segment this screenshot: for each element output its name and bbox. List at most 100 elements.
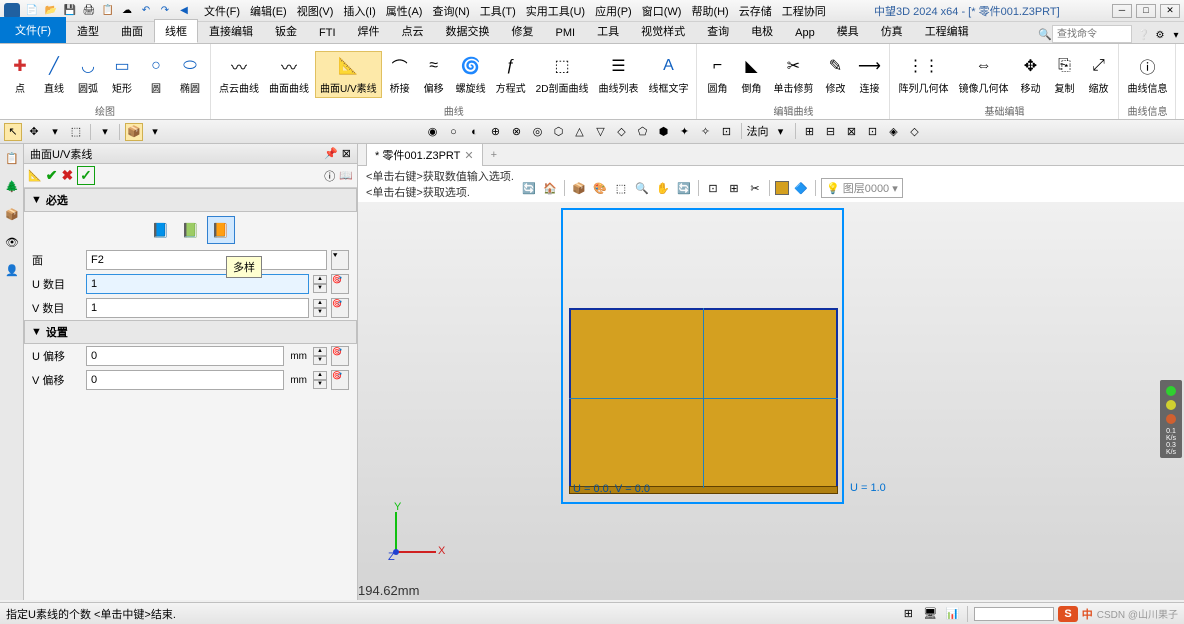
3d-viewport[interactable]: U = 1.0 U = 0.0, V = 0.0 Y X Z 194.62mm xyxy=(358,202,1184,600)
spin-down[interactable]: ▼ xyxy=(313,284,327,293)
ucount-menu[interactable]: 🎯 xyxy=(331,274,349,294)
vt-wire-icon[interactable]: ⬚ xyxy=(612,179,630,197)
close-button[interactable]: ✕ xyxy=(1160,4,1180,18)
offset-button[interactable]: ≈偏移 xyxy=(418,52,450,97)
tb-btn-4[interactable]: ⬚ xyxy=(67,123,85,141)
tb-icon[interactable]: ○ xyxy=(445,123,463,141)
vt-refresh-icon[interactable]: 🔄 xyxy=(520,179,538,197)
menu-collab[interactable]: 工程协同 xyxy=(778,1,830,21)
tab-pointcloud[interactable]: 点云 xyxy=(391,19,435,43)
back-icon[interactable]: ◀ xyxy=(176,3,192,19)
point-button[interactable]: ✚点 xyxy=(4,52,36,97)
tb-icon[interactable]: ◐ xyxy=(466,123,484,141)
panel-help-icon[interactable]: 📖 xyxy=(339,169,353,182)
tb-icon[interactable]: ⊠ xyxy=(843,123,861,141)
cloud-icon[interactable]: ☁ xyxy=(119,3,135,19)
modify-button[interactable]: ✎修改 xyxy=(819,52,851,97)
tb-icon[interactable]: ◎ xyxy=(529,123,547,141)
uvcurve-button[interactable]: 📐曲面U/V素线 xyxy=(315,51,382,98)
status-icon[interactable]: ⊞ xyxy=(899,605,917,623)
mirror-button[interactable]: ⇔镜像几何体 xyxy=(954,52,1012,97)
tab-close-icon[interactable]: ✕ xyxy=(464,149,473,162)
menu-view[interactable]: 视图(V) xyxy=(293,1,338,21)
bridge-button[interactable]: ⌒桥接 xyxy=(384,52,416,97)
tb-icon[interactable]: ⊟ xyxy=(822,123,840,141)
sb-history-icon[interactable]: 📋 xyxy=(2,148,22,168)
panel-pin-icon[interactable]: 📌 xyxy=(324,147,338,160)
vt-view-icon[interactable]: 📦 xyxy=(570,179,588,197)
copy-button[interactable]: ⎘复制 xyxy=(1048,52,1080,97)
menu-tools[interactable]: 工具(T) xyxy=(476,1,520,21)
menu-app[interactable]: 应用(P) xyxy=(591,1,636,21)
menu-help[interactable]: 帮助(H) xyxy=(687,1,732,21)
spin-up[interactable]: ▲ xyxy=(313,299,327,308)
apply-button[interactable]: ✓ xyxy=(77,166,95,185)
rect-button[interactable]: ▭矩形 xyxy=(106,52,138,97)
cancel-button[interactable]: ✖ xyxy=(61,167,73,184)
sb-view-icon[interactable]: 👁 xyxy=(2,232,22,252)
menu-cloud[interactable]: 云存储 xyxy=(735,1,776,21)
spin-up[interactable]: ▲ xyxy=(313,371,327,380)
section-settings[interactable]: ▼ 设置 xyxy=(24,320,357,344)
tab-wireframe[interactable]: 线框 xyxy=(154,19,198,43)
spin-down[interactable]: ▼ xyxy=(313,356,327,365)
tab-fti[interactable]: FTI xyxy=(308,23,347,43)
menu-edit[interactable]: 编辑(E) xyxy=(246,1,291,21)
color-swatch[interactable] xyxy=(775,181,789,195)
spin-down[interactable]: ▼ xyxy=(313,380,327,389)
vt-zoom-icon[interactable]: 🔍 xyxy=(633,179,651,197)
vt-clip-icon[interactable]: ✂ xyxy=(746,179,764,197)
tb-icon[interactable]: ⊡ xyxy=(718,123,736,141)
tb-icon[interactable]: ▽ xyxy=(592,123,610,141)
tb-icon[interactable]: ◇ xyxy=(906,123,924,141)
search-input[interactable] xyxy=(1052,25,1132,43)
tb-icon[interactable]: ⊗ xyxy=(508,123,526,141)
vt-pan-icon[interactable]: ✋ xyxy=(654,179,672,197)
tb-icon[interactable]: ⊞ xyxy=(801,123,819,141)
uoffset-input[interactable] xyxy=(86,346,284,366)
face-picker-button[interactable]: ⯆ xyxy=(331,250,349,270)
tab-sim[interactable]: 仿真 xyxy=(870,19,914,43)
menu-insert[interactable]: 插入(I) xyxy=(339,1,379,21)
curveinfo-button[interactable]: ⓘ曲线信息 xyxy=(1123,52,1171,97)
vcount-menu[interactable]: 🎯 xyxy=(331,298,349,318)
tab-mold[interactable]: 模具 xyxy=(826,19,870,43)
status-input[interactable] xyxy=(974,607,1054,621)
ptcurve-button[interactable]: 〰点云曲线 xyxy=(215,52,263,97)
tab-weld[interactable]: 焊件 xyxy=(347,19,391,43)
pattern-button[interactable]: ⋮⋮阵列几何体 xyxy=(894,52,952,97)
tab-tool[interactable]: 工具 xyxy=(586,19,630,43)
panel-info-icon[interactable]: ⓘ xyxy=(324,168,335,184)
tb-icon[interactable]: ✧ xyxy=(697,123,715,141)
sb-layer-icon[interactable]: 📦 xyxy=(2,204,22,224)
line-button[interactable]: ╱直线 xyxy=(38,52,70,97)
voffset-input[interactable] xyxy=(86,370,284,390)
menu-util[interactable]: 实用工具(U) xyxy=(522,1,589,21)
print-icon[interactable]: 🖨 xyxy=(81,3,97,19)
tb-btn-2[interactable]: ✥ xyxy=(25,123,43,141)
tb-icon[interactable]: ⊡ xyxy=(864,123,882,141)
menu-file[interactable]: 文件(F) xyxy=(200,1,244,21)
face-input[interactable] xyxy=(86,250,327,270)
mode-v-icon[interactable]: 📙 xyxy=(207,216,235,244)
menu-attr[interactable]: 属性(A) xyxy=(382,1,427,21)
document-tab[interactable]: * 零件001.Z3PRT ✕ xyxy=(366,143,483,166)
scale-button[interactable]: ⤢缩放 xyxy=(1082,52,1114,97)
cursor-icon[interactable]: ↖ xyxy=(4,123,22,141)
tab-app[interactable]: App xyxy=(784,23,826,43)
tab-model[interactable]: 造型 xyxy=(66,19,110,43)
redo-icon[interactable]: ↷ xyxy=(157,3,173,19)
tb-icon[interactable]: ⬢ xyxy=(655,123,673,141)
ucount-input[interactable] xyxy=(86,274,309,294)
menu-query[interactable]: 查询(N) xyxy=(428,1,473,21)
wiretext-button[interactable]: A线框文字 xyxy=(644,52,692,97)
tab-pmi[interactable]: PMI xyxy=(545,23,587,43)
tab-direct-edit[interactable]: 直接编辑 xyxy=(198,19,264,43)
mode-uv-icon[interactable]: 📘 xyxy=(147,216,175,244)
tb-icon[interactable]: ◈ xyxy=(885,123,903,141)
add-tab-icon[interactable]: + xyxy=(483,149,505,161)
mode-u-icon[interactable]: 📗 xyxy=(177,216,205,244)
spin-up[interactable]: ▲ xyxy=(313,347,327,356)
sb-user-icon[interactable]: 👤 xyxy=(2,260,22,280)
undo-icon[interactable]: ↶ xyxy=(138,3,154,19)
